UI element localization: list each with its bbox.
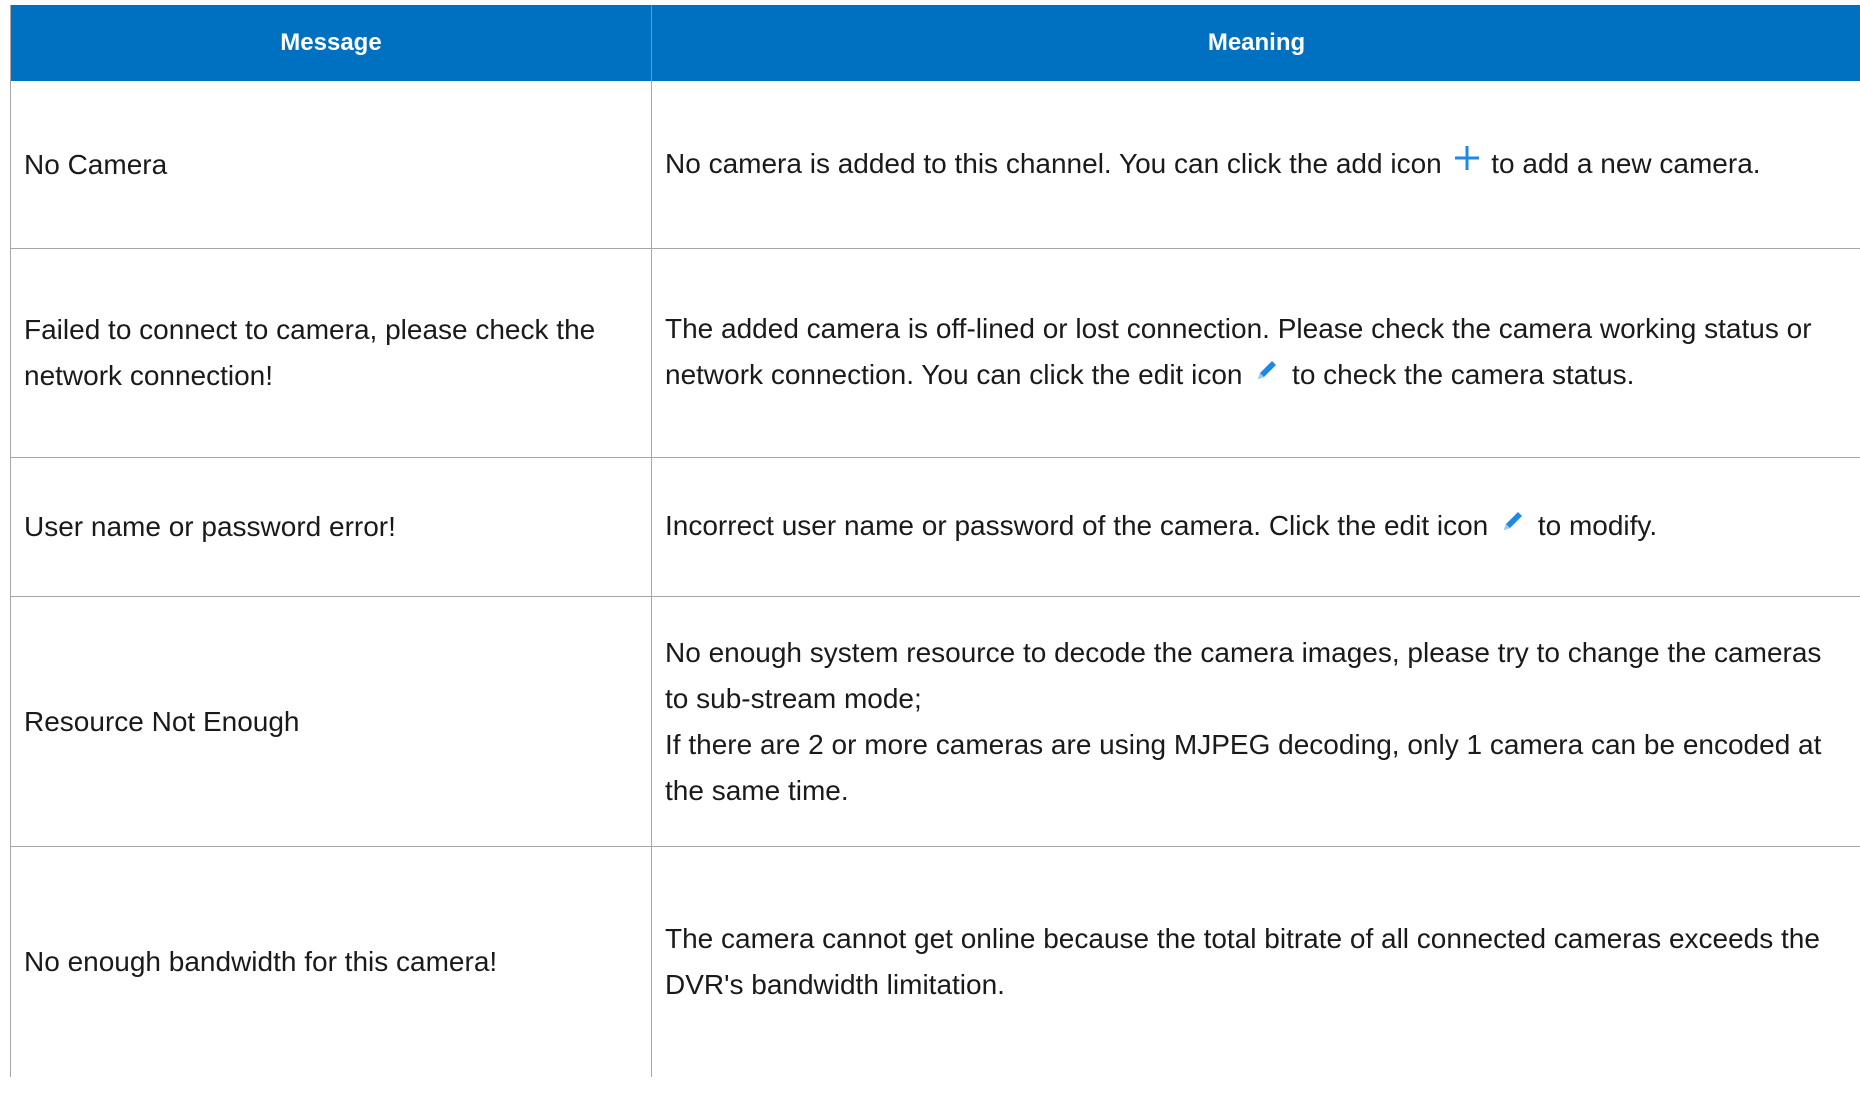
message-cell: No Camera bbox=[11, 81, 652, 248]
meaning-cell: The added camera is off-lined or lost co… bbox=[652, 249, 1860, 457]
meaning-cell: The camera cannot get online because the… bbox=[652, 847, 1860, 1077]
meaning-text-after: to add a new camera. bbox=[1491, 147, 1761, 179]
meaning-text-after: to modify. bbox=[1537, 510, 1658, 542]
table-header-row: Message Meaning bbox=[11, 5, 1860, 81]
meaning-line: No enough system resource to decode the … bbox=[665, 636, 1822, 714]
meaning-line: If there are 2 or more cameras are using… bbox=[665, 728, 1822, 806]
table-row: User name or password error! Incorrect u… bbox=[11, 458, 1860, 597]
message-cell: No enough bandwidth for this camera! bbox=[11, 847, 652, 1077]
table-row: No Camera No camera is added to this cha… bbox=[11, 81, 1860, 249]
header-message: Message bbox=[11, 5, 652, 81]
meaning-text: The camera cannot get online because the… bbox=[665, 923, 1820, 1000]
message-cell: User name or password error! bbox=[11, 458, 652, 596]
header-meaning: Meaning bbox=[1207, 29, 1306, 56]
add-plus-icon bbox=[1454, 139, 1480, 185]
meaning-text-before: No camera is added to this channel. You … bbox=[665, 147, 1442, 179]
table-row: Failed to connect to camera, please chec… bbox=[11, 249, 1860, 458]
edit-pencil-icon bbox=[1254, 351, 1280, 397]
table-row: No enough bandwidth for this camera! The… bbox=[11, 847, 1860, 1077]
message-meaning-table: Message Meaning No Camera No camera is a… bbox=[10, 5, 1860, 1077]
meaning-text-before: The added camera is off-lined or lost co… bbox=[665, 313, 1812, 391]
meaning-cell: Incorrect user name or password of the c… bbox=[652, 458, 1860, 596]
edit-pencil-icon bbox=[1500, 502, 1526, 548]
meaning-cell: No enough system resource to decode the … bbox=[652, 597, 1860, 846]
meaning-text-after: to check the camera status. bbox=[1292, 359, 1635, 391]
message-cell: Failed to connect to camera, please chec… bbox=[11, 249, 652, 457]
message-cell: Resource Not Enough bbox=[11, 597, 652, 846]
table-row: Resource Not Enough No enough system res… bbox=[11, 597, 1860, 847]
meaning-text-before: Incorrect user name or password of the c… bbox=[665, 510, 1489, 542]
meaning-cell: No camera is added to this channel. You … bbox=[652, 81, 1860, 248]
